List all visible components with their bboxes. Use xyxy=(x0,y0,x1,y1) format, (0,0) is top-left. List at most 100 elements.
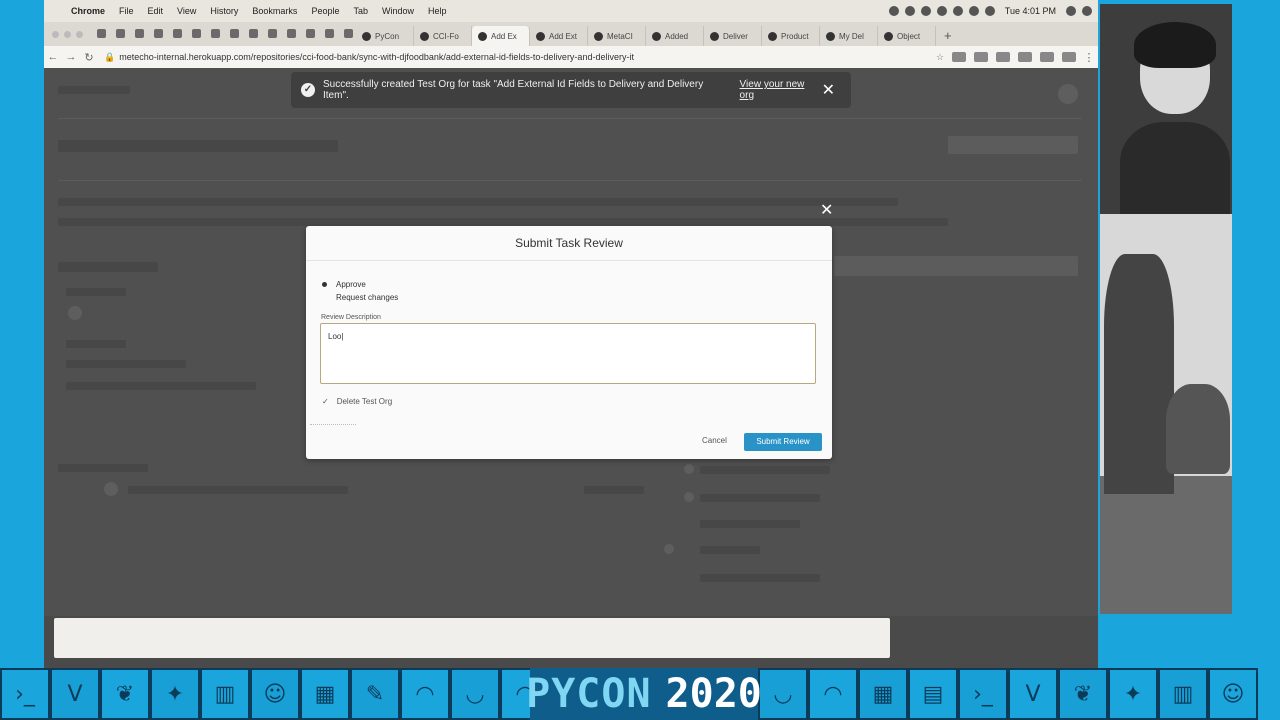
browser-tab-active[interactable]: Add Ex xyxy=(472,26,530,46)
menu-people[interactable]: People xyxy=(304,6,346,16)
pinned-tab[interactable] xyxy=(340,26,356,40)
radio-request-changes[interactable]: Request changes xyxy=(322,293,398,302)
browser-tab[interactable]: PyCon xyxy=(356,26,414,46)
profile-avatar[interactable] xyxy=(1062,52,1076,62)
extension-icon[interactable] xyxy=(1018,52,1032,62)
menu-tab[interactable]: Tab xyxy=(346,6,375,16)
status-icon[interactable] xyxy=(936,6,947,16)
menu-clock[interactable]: Tue 4:01 PM xyxy=(1001,6,1060,16)
menu-bookmarks[interactable]: Bookmarks xyxy=(245,6,304,16)
reload-icon[interactable]: ↻ xyxy=(80,51,98,64)
bookmark-star-icon[interactable]: ☆ xyxy=(932,52,948,63)
bottom-panel xyxy=(54,618,890,658)
browser-tab[interactable]: Product xyxy=(762,26,820,46)
tab-label: Added xyxy=(665,31,689,41)
extension-icon[interactable] xyxy=(996,52,1010,62)
background-avatar xyxy=(68,306,82,320)
leaf-icon: ❦ xyxy=(100,668,150,720)
review-description-field[interactable]: Loo| xyxy=(320,323,816,384)
battery-icon[interactable] xyxy=(984,6,995,16)
mac-menu-bar: Chrome File Edit View History Bookmarks … xyxy=(44,0,1098,22)
pycon-word: PYCON xyxy=(526,671,652,717)
menu-view[interactable]: View xyxy=(170,6,203,16)
checkbox-label: Delete Test Org xyxy=(336,397,393,406)
lock-icon: 🔒 xyxy=(104,51,116,62)
star-icon: ✦ xyxy=(1108,668,1158,720)
pinned-tab[interactable] xyxy=(245,26,261,40)
status-icon[interactable] xyxy=(920,6,931,16)
menu-edit[interactable]: Edit xyxy=(141,6,171,16)
status-icon[interactable] xyxy=(888,6,899,16)
view-org-link[interactable]: View your new org xyxy=(740,79,822,101)
browser-tab[interactable]: MetaCI xyxy=(588,26,646,46)
banner-tiles-left: ›_ V ❦ ✦ ▥ ☺ ▦ ✎ ◠ ◡ ◠ xyxy=(0,668,550,720)
extension-icon[interactable] xyxy=(952,52,966,62)
tab-favicon-icon xyxy=(172,28,182,38)
menu-history[interactable]: History xyxy=(203,6,245,16)
url-field[interactable]: 🔒 metecho-internal.herokuapp.com/reposito… xyxy=(98,52,932,63)
minimize-window-button[interactable] xyxy=(64,31,71,38)
close-window-button[interactable] xyxy=(52,31,59,38)
wrench-icon: ✎ xyxy=(350,668,400,720)
delete-test-org-checkbox[interactable]: ✓ Delete Test Org xyxy=(322,397,392,406)
browser-menu-icon[interactable]: ⋮ xyxy=(1080,51,1098,64)
extension-icon[interactable] xyxy=(974,52,988,62)
background-divider xyxy=(58,118,1082,119)
success-check-icon: ✓ xyxy=(301,83,315,97)
pinned-tab[interactable] xyxy=(93,26,109,40)
browser-tab[interactable]: Deliver xyxy=(704,26,762,46)
speaker-webcam xyxy=(1100,4,1232,214)
grid-icon: ▦ xyxy=(858,668,908,720)
background-heading xyxy=(58,140,338,152)
menu-app[interactable]: Chrome xyxy=(64,6,112,16)
menu-icon[interactable] xyxy=(1082,6,1092,16)
zoom-window-button[interactable] xyxy=(76,31,83,38)
browser-tab[interactable]: CCI-Fo xyxy=(414,26,472,46)
tab-favicon-icon xyxy=(134,28,144,38)
browser-tab[interactable]: Add Ext xyxy=(530,26,588,46)
pinned-tab[interactable] xyxy=(112,26,128,40)
robot-icon: ☺ xyxy=(250,668,300,720)
browser-tab[interactable]: Object xyxy=(878,26,936,46)
pinned-tab[interactable] xyxy=(207,26,223,40)
terminal-icon: ▤ xyxy=(908,668,958,720)
pinned-tab[interactable] xyxy=(226,26,242,40)
pinned-tab[interactable] xyxy=(188,26,204,40)
tab-favicon-icon xyxy=(305,28,315,38)
volume-icon[interactable] xyxy=(968,6,979,16)
review-description-label: Review Description xyxy=(321,314,381,321)
extension-icon[interactable] xyxy=(1040,52,1054,62)
menu-file[interactable]: File xyxy=(112,6,141,16)
arc-icon: ◡ xyxy=(758,668,808,720)
star-icon: ✦ xyxy=(150,668,200,720)
browser-tab[interactable]: My Del xyxy=(820,26,878,46)
pinned-tab[interactable] xyxy=(321,26,337,40)
menu-window[interactable]: Window xyxy=(375,6,421,16)
search-icon[interactable] xyxy=(1066,6,1076,16)
radio-approve[interactable]: Approve xyxy=(322,280,366,289)
back-arrow-icon[interactable]: ← xyxy=(44,51,62,63)
bars-icon: ▥ xyxy=(1158,668,1208,720)
forward-arrow-icon[interactable]: → xyxy=(62,51,80,63)
background-text xyxy=(700,494,820,502)
modal-close-icon[interactable]: ✕ xyxy=(820,200,833,220)
robot-icon: ☺ xyxy=(1208,668,1258,720)
pinned-tab[interactable] xyxy=(264,26,280,40)
github-icon xyxy=(420,31,429,41)
pinned-tab[interactable] xyxy=(131,26,147,40)
background-step-icon xyxy=(684,464,694,474)
cancel-button[interactable]: Cancel xyxy=(702,436,727,445)
menu-help[interactable]: Help xyxy=(421,6,454,16)
pinned-tab[interactable] xyxy=(283,26,299,40)
tab-favicon-icon xyxy=(191,28,201,38)
new-tab-button[interactable]: + xyxy=(936,28,960,46)
wifi-icon[interactable] xyxy=(952,6,963,16)
pinned-tab[interactable] xyxy=(150,26,166,40)
background-button xyxy=(948,136,1078,154)
status-icon[interactable] xyxy=(904,6,915,16)
pinned-tab[interactable] xyxy=(302,26,318,40)
toast-close-icon[interactable]: ✕ xyxy=(822,80,835,100)
browser-tab[interactable]: Added xyxy=(646,26,704,46)
submit-review-button[interactable]: Submit Review xyxy=(744,433,822,451)
pinned-tab[interactable] xyxy=(169,26,185,40)
